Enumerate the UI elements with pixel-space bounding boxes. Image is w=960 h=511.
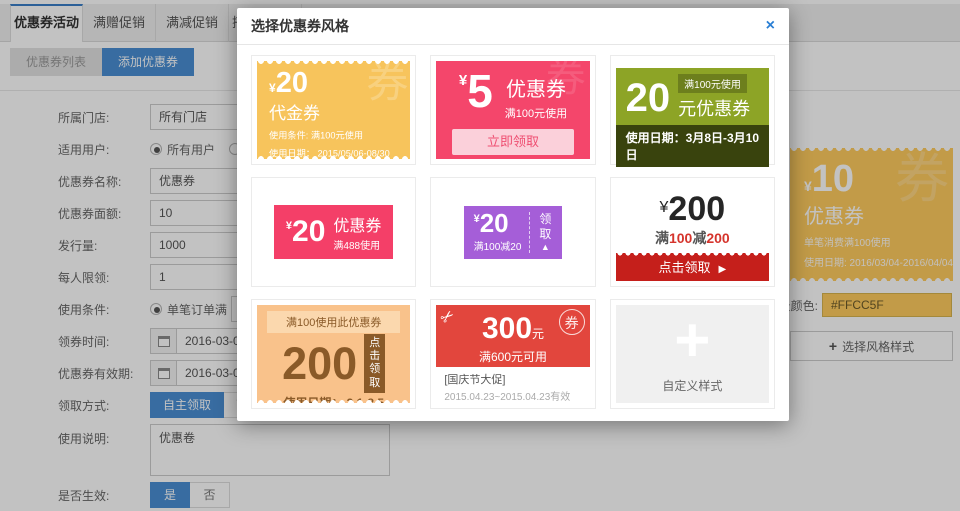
coupon-watermark-icon: 券 bbox=[366, 61, 408, 107]
coupon-style-white-red[interactable]: ¥200 满100减200 点击领取▶ bbox=[610, 177, 775, 287]
custom-style-label: 自定义样式 bbox=[616, 377, 769, 394]
coupon-watermark-icon: 券 bbox=[546, 61, 586, 101]
coupon-style-grid: ¥20 代金券 使用条件: 满100元使用 使用日期： 2015/05/06-0… bbox=[237, 45, 789, 421]
modal-title: 选择优惠券风格 bbox=[251, 16, 349, 36]
c3-amount: 20 bbox=[626, 79, 671, 117]
claim-now-button[interactable]: 立即领取 bbox=[452, 129, 574, 155]
c4-title: 优惠券 bbox=[333, 212, 381, 236]
c4-condition: 满488使用 bbox=[333, 237, 381, 252]
modal-header: 选择优惠券风格 × bbox=[237, 8, 789, 45]
c6-condition: 满100减200 bbox=[616, 228, 769, 248]
arrow-right-icon: ▶ bbox=[718, 264, 726, 275]
coupon-style-purple[interactable]: ¥20 满100减20 领取 ▲ bbox=[430, 177, 595, 287]
close-icon[interactable]: × bbox=[766, 18, 775, 34]
c7-condition-band: 满100使用此优惠券 bbox=[267, 311, 400, 333]
coupon-style-red-band[interactable]: ¥20 优惠券 满488使用 bbox=[251, 177, 416, 287]
c8-event-tag: [国庆节大促] bbox=[444, 371, 581, 387]
c8-date: 2015.04.23~2015.04.23有效 bbox=[444, 388, 581, 403]
c6-amount: ¥200 bbox=[616, 193, 769, 225]
plus-icon: + bbox=[616, 305, 769, 377]
triangle-up-icon: ▲ bbox=[538, 242, 552, 252]
coupon-watermark-icon: 券 bbox=[559, 309, 585, 335]
coupon-style-pink[interactable]: ¥5 优惠券 满100元使用 立即领取 券 bbox=[430, 55, 595, 165]
custom-style-button[interactable]: + 自定义样式 bbox=[610, 299, 775, 409]
click-claim-button[interactable]: 点击领取▶ bbox=[616, 253, 769, 281]
c8-condition: 满600元可用 bbox=[436, 348, 589, 365]
c1-date: 使用日期： 2015/05/06-08/30 bbox=[269, 146, 399, 159]
c5-condition: 满100减20 bbox=[474, 238, 522, 253]
coupon-style-orange[interactable]: 满100使用此优惠券 200 点击领取 使用日期： 3.1-8.5 bbox=[251, 299, 416, 409]
c3-condition-badge: 满100元使用 bbox=[678, 74, 747, 93]
c1-condition: 使用条件: 满100元使用 bbox=[269, 128, 399, 142]
coupon-style-yellow[interactable]: ¥20 代金券 使用条件: 满100元使用 使用日期： 2015/05/06-0… bbox=[251, 55, 416, 165]
coupon-style-modal: 选择优惠券风格 × ¥20 代金券 使用条件: 满100元使用 使用日期： 20… bbox=[237, 8, 789, 421]
coupon-style-red-white[interactable]: ✂ 券 300元 满600元可用 [国庆节大促] 2015.04.23~2015… bbox=[430, 299, 595, 409]
coupon-style-green[interactable]: 20 满100元使用 元优惠券 使用日期：3月8日-3月10日 bbox=[610, 55, 775, 165]
claim-button[interactable]: 领取 bbox=[538, 212, 552, 242]
c4-amount: ¥20 bbox=[286, 218, 326, 247]
c7-amount: 200 bbox=[282, 341, 357, 386]
c2-condition: 满100元使用 bbox=[505, 105, 567, 121]
page: 优惠券活动 满赠促销 满减促销 搭 优惠券列表 添加优惠券 所属门店: 所有门店… bbox=[0, 0, 960, 511]
click-claim-tab[interactable]: 点击领取 bbox=[364, 334, 385, 393]
c2-amount: ¥5 bbox=[459, 70, 493, 121]
c5-amount: ¥20 bbox=[474, 212, 522, 237]
c3-date-bar: 使用日期：3月8日-3月10日 bbox=[616, 125, 769, 167]
c3-title: 元优惠券 bbox=[678, 95, 750, 121]
